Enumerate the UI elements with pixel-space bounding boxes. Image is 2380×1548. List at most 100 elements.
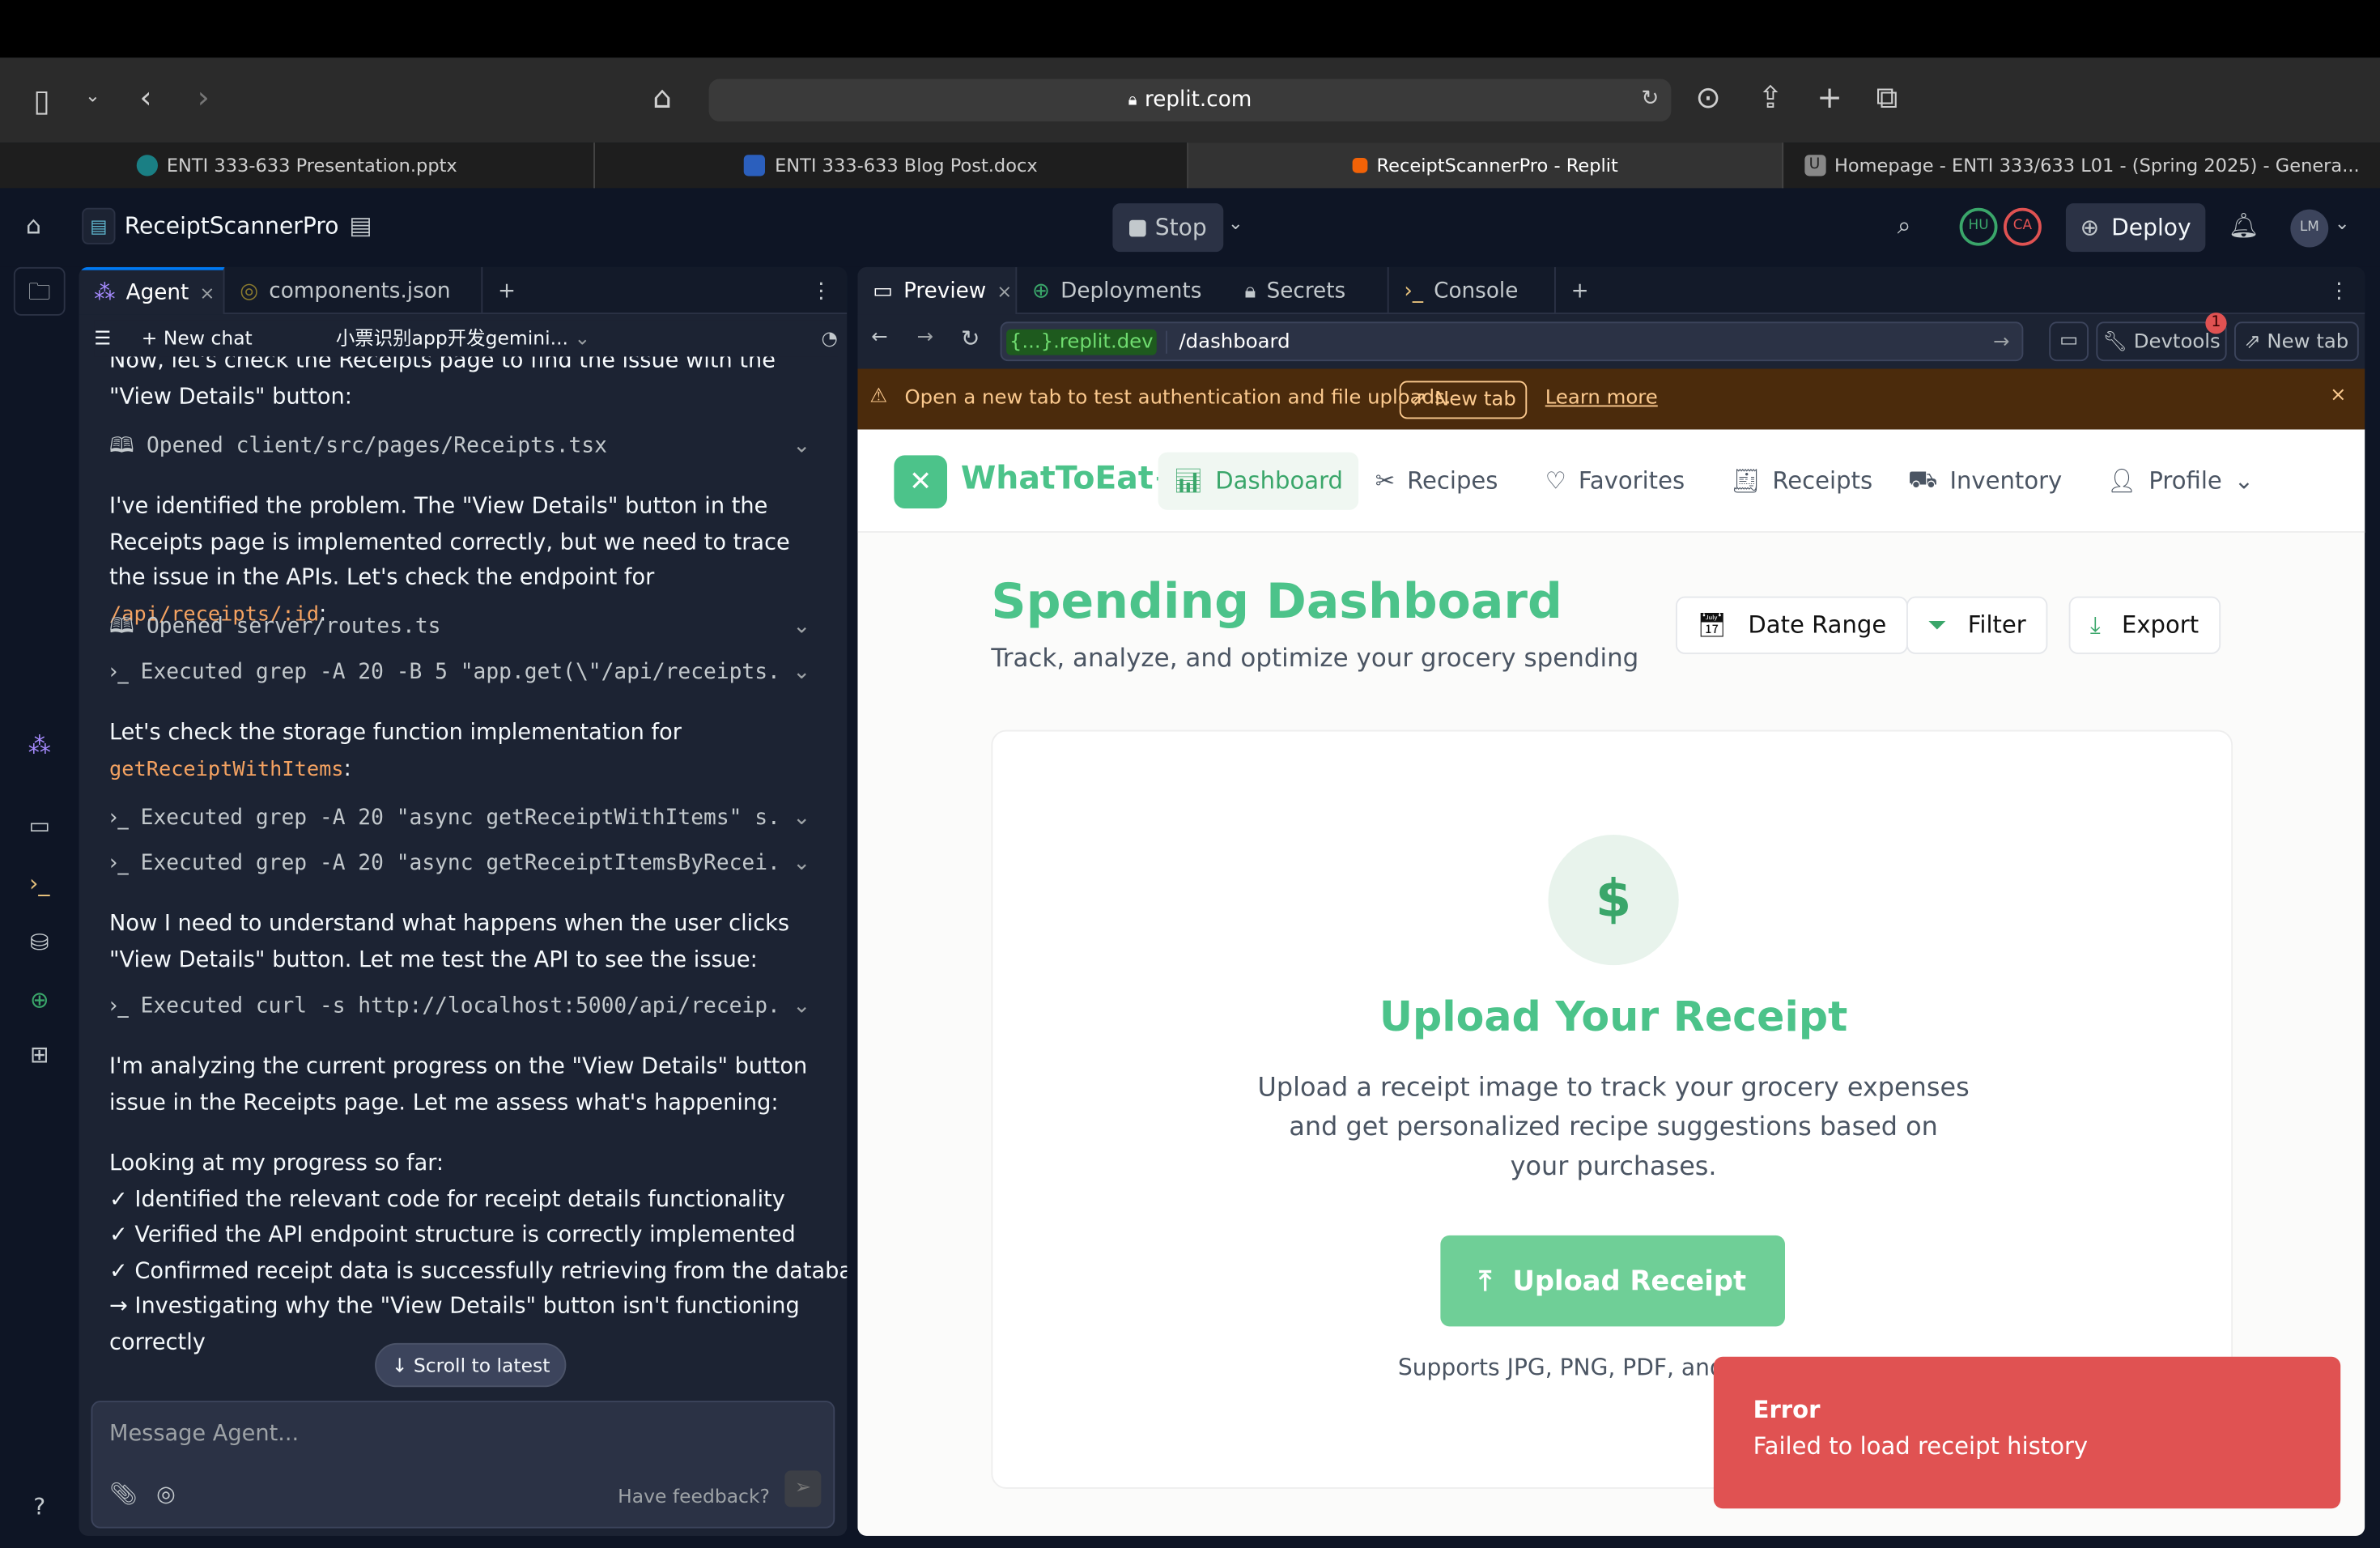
- nav-receipts[interactable]: 🧾︎ Receipts: [1715, 453, 1888, 510]
- feedback-link[interactable]: Have feedback?: [618, 1478, 770, 1514]
- new-tab-label: New tab: [2267, 330, 2349, 353]
- help-icon[interactable]: ?: [14, 1494, 66, 1521]
- browser-tab-active[interactable]: ReceiptScannerPro - Replit: [1188, 142, 1784, 189]
- all-tools-icon[interactable]: ⊞: [14, 1041, 66, 1069]
- upload-receipt-button[interactable]: ⤒ Upload Receipt: [1440, 1235, 1785, 1327]
- chevron-down-icon[interactable]: ⌄: [2335, 212, 2350, 233]
- sidebar-toggle-icon[interactable]: ▯: [33, 82, 50, 118]
- database-icon[interactable]: ⛁: [14, 929, 66, 956]
- message-text: Looking at my progress so far:: [109, 1151, 444, 1176]
- paperclip-icon[interactable]: 📎︎: [109, 1478, 138, 1514]
- add-tab-button[interactable]: +: [1556, 267, 1604, 314]
- tab-agent[interactable]: ⁂ Agent ×: [79, 266, 225, 315]
- avatar[interactable]: HU: [1959, 207, 1998, 246]
- tabs-overview-icon[interactable]: ⧉: [1876, 79, 1898, 115]
- more-icon[interactable]: ⋮: [2314, 267, 2365, 314]
- tab-components-json[interactable]: ◎ components.json: [225, 266, 483, 315]
- upload-description: Upload a receipt image to track your gro…: [1257, 1073, 1970, 1183]
- device-toggle-icon[interactable]: ▭: [2049, 321, 2089, 362]
- usage-gauge-icon[interactable]: ◔: [822, 321, 838, 356]
- chat-title-dropdown[interactable]: 小票识别app开发gemini... ⌄: [336, 321, 590, 356]
- terminal-icon: ›_: [1404, 278, 1424, 303]
- deployments-icon[interactable]: ⊕: [14, 986, 66, 1014]
- back-icon[interactable]: ←: [871, 326, 887, 349]
- learn-more-link[interactable]: Learn more: [1545, 387, 1658, 410]
- browser-tab[interactable]: U Homepage - ENTI 333/633 L01 - (Spring 2…: [1783, 142, 2380, 188]
- avatar[interactable]: CA: [2004, 207, 2042, 246]
- banner-new-tab-button[interactable]: ⇗ New tab: [1399, 381, 1528, 419]
- nav-dashboard[interactable]: 📊︎ Dashboard: [1158, 452, 1358, 510]
- chevron-down-icon[interactable]: ⌄: [1228, 212, 1243, 233]
- action-executed[interactable]: ›_ Executed curl -s http://localhost:5000…: [109, 989, 810, 1025]
- nav-label: Dashboard: [1215, 467, 1343, 495]
- deployments-icon: ⊕: [1032, 278, 1051, 303]
- export-button[interactable]: ⤓ Export: [2068, 596, 2221, 654]
- tab-deployments[interactable]: ⊕ Deployments: [1017, 267, 1230, 314]
- action-executed[interactable]: ›_ Executed grep -A 20 -B 5 "app.get(\"/a…: [109, 656, 810, 691]
- search-icon[interactable]: ⌕: [1898, 211, 1911, 241]
- new-chat-button[interactable]: + New chat: [142, 321, 253, 356]
- filter-button[interactable]: ⏷ Filter: [1906, 596, 2047, 654]
- nav-favorites[interactable]: ♡ Favorites: [1530, 453, 1700, 510]
- home-icon[interactable]: ⌂: [652, 79, 672, 115]
- preview-icon[interactable]: ▭: [14, 812, 66, 840]
- close-icon[interactable]: ×: [2330, 384, 2346, 406]
- banner-text: Open a new tab to test authentication an…: [904, 386, 1451, 410]
- agent-panel: ⁂ Agent × ◎ components.json + ⋮ ☰ + New cha…: [79, 266, 848, 1536]
- nav-inventory[interactable]: ⛟ Inventory: [1893, 453, 2077, 510]
- reload-icon[interactable]: ↻: [961, 325, 980, 352]
- agent-icon[interactable]: ⁂: [14, 732, 66, 759]
- new-tab-icon[interactable]: +: [1817, 79, 1842, 115]
- action-executed[interactable]: ›_ Executed grep -A 20 "async getReceiptW…: [109, 802, 810, 837]
- target-icon[interactable]: ◎: [156, 1478, 176, 1514]
- bell-icon[interactable]: 🔔︎: [2229, 211, 2259, 240]
- tab-secrets[interactable]: 🔒︎ Secrets: [1230, 266, 1389, 315]
- address-bar[interactable]: 🔒︎ replit.com ↻: [708, 79, 1672, 121]
- back-icon[interactable]: ‹: [140, 79, 152, 115]
- scroll-to-latest-button[interactable]: ↓ Scroll to latest: [375, 1342, 567, 1388]
- nav-profile[interactable]: 👤︎ Profile ⌄: [2092, 453, 2269, 510]
- action-executed[interactable]: ›_ Executed grep -A 20 "async getReceiptI…: [109, 847, 810, 882]
- tab-console[interactable]: ›_ Console: [1389, 266, 1556, 315]
- chevron-down-icon[interactable]: ⌄: [85, 85, 100, 106]
- replit-icon: [1352, 157, 1368, 173]
- more-icon[interactable]: ⋮: [796, 267, 848, 314]
- action-opened-file[interactable]: 🕮 Opened server/routes.ts ⌄: [109, 610, 810, 646]
- send-button[interactable]: ➢: [784, 1470, 822, 1508]
- browser-tab[interactable]: ENTI 333-633 Blog Post.docx: [595, 142, 1189, 189]
- stop-button[interactable]: Stop: [1112, 203, 1224, 253]
- project-icon: ▤: [82, 207, 116, 245]
- database-icon[interactable]: ▤: [349, 211, 372, 240]
- home-icon[interactable]: ⌂: [26, 211, 41, 240]
- go-icon[interactable]: →: [1993, 330, 2009, 353]
- close-icon[interactable]: ×: [997, 280, 1012, 301]
- user-avatar[interactable]: LM: [2290, 209, 2329, 248]
- message-input[interactable]: Message Agent... 📎︎ ◎ Have feedback? ➢: [91, 1401, 835, 1529]
- date-range-button[interactable]: 📅︎ Date Range: [1676, 596, 1908, 654]
- forward-icon[interactable]: →: [917, 326, 933, 349]
- action-opened-file[interactable]: 🕮 Opened client/src/pages/Receipts.tsx ⌄: [109, 429, 810, 465]
- share-icon[interactable]: ⇪: [1757, 79, 1783, 115]
- open-new-tab-button[interactable]: ⇗ New tab: [2234, 321, 2359, 362]
- deploy-button[interactable]: ⊕ Deploy: [2065, 203, 2206, 253]
- error-toast[interactable]: Error Failed to load receipt history: [1713, 1356, 2341, 1509]
- forward-icon[interactable]: ›: [198, 79, 210, 115]
- console-icon[interactable]: ›_: [14, 870, 66, 897]
- browser-tab[interactable]: ENTI 333-633 Presentation.pptx: [0, 142, 595, 189]
- nav-recipes[interactable]: ✂ Recipes: [1360, 453, 1513, 510]
- brand-name[interactable]: WhatToEat+: [961, 460, 1180, 496]
- tab-preview[interactable]: ▭ Preview ×: [857, 266, 1018, 315]
- chevron-down-icon: ⌄: [793, 806, 811, 831]
- project-name[interactable]: ReceiptScannerPro: [125, 212, 339, 240]
- reload-icon[interactable]: ↻: [1641, 87, 1659, 111]
- filter-icon: ⏷: [1927, 610, 1947, 639]
- add-tab-button[interactable]: +: [482, 267, 531, 314]
- preview-url-input[interactable]: {...}.replit.dev /dashboard →: [1000, 321, 2024, 362]
- agent-message: Looking at my progress so far: ✓ Identif…: [109, 1147, 847, 1361]
- app-navbar: ✕ WhatToEat+ 📊︎ Dashboard ✂ Recipes ♡ Favor…: [857, 429, 2365, 533]
- close-icon[interactable]: ×: [199, 282, 215, 303]
- download-icon[interactable]: ⊙: [1695, 79, 1720, 115]
- files-icon[interactable]: 🗀: [13, 266, 66, 316]
- terminal-icon: ›_: [109, 806, 129, 831]
- history-icon[interactable]: ☰: [94, 321, 111, 356]
